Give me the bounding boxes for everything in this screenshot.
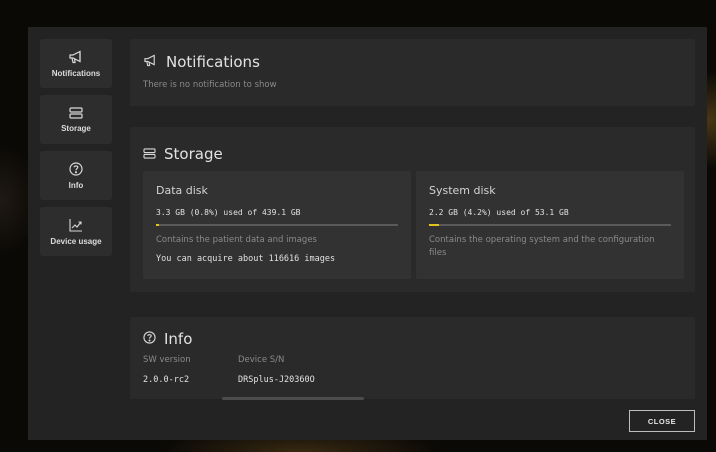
- system-disk-description: Contains the operating system and the co…: [429, 235, 655, 258]
- storage-icon: [143, 145, 164, 163]
- sidebar-item-label: Info: [68, 180, 84, 190]
- sidebar-item-storage[interactable]: Storage: [40, 95, 112, 144]
- megaphone-icon: [143, 53, 166, 71]
- question-icon: [69, 161, 83, 181]
- horizontal-scrollbar[interactable]: [222, 397, 364, 400]
- sidebar-item-label: Storage: [61, 123, 91, 133]
- megaphone-icon: [68, 50, 84, 69]
- system-disk-progress-fill: [429, 224, 440, 226]
- device-serial-value: DRSplus-J20360O: [238, 375, 315, 385]
- sidebar: Notifications Storage Info Device usage: [40, 39, 112, 263]
- info-card: Info SW version 2.0.0-rc2 Device S/N DRS…: [130, 317, 695, 399]
- info-heading: Info: [143, 330, 192, 348]
- info-title: Info: [164, 330, 193, 348]
- close-button[interactable]: CLOSE: [629, 410, 695, 432]
- notifications-title: Notifications: [166, 53, 260, 71]
- data-disk-progress-fill: [156, 224, 159, 226]
- system-disk-usage: 2.2 GB (4.2%) used of 53.1 GB: [429, 208, 569, 217]
- device-serial-label: Device S/N: [238, 355, 285, 365]
- storage-heading: Storage: [143, 145, 223, 163]
- data-disk-panel: Data disk 3.3 GB (0.8%) used of 439.1 GB…: [143, 171, 411, 279]
- device-info-dialog: Notifications Storage Info Device usage …: [28, 27, 707, 440]
- notifications-card: Notifications There is no notification t…: [130, 39, 695, 106]
- sw-version-label: SW version: [143, 355, 191, 365]
- empty-notifications-text: There is no notification to show: [143, 80, 277, 90]
- sidebar-item-notifications[interactable]: Notifications: [40, 39, 112, 88]
- data-disk-title: Data disk: [156, 184, 208, 197]
- question-icon: [143, 330, 164, 348]
- sidebar-item-label: Device usage: [50, 236, 102, 246]
- data-disk-description: Contains the patient data and images: [156, 235, 317, 245]
- trend-chart-icon: [69, 218, 83, 237]
- system-disk-panel: System disk 2.2 GB (4.2%) used of 53.1 G…: [416, 171, 684, 279]
- data-disk-progress-bar: [156, 224, 398, 226]
- sidebar-item-info[interactable]: Info: [40, 151, 112, 200]
- storage-icon: [69, 106, 83, 124]
- system-disk-progress-bar: [429, 224, 671, 226]
- data-disk-usage: 3.3 GB (0.8%) used of 439.1 GB: [156, 208, 301, 217]
- storage-title: Storage: [164, 145, 223, 163]
- sw-version-value: 2.0.0-rc2: [143, 375, 190, 385]
- system-disk-title: System disk: [429, 184, 496, 197]
- storage-card: Storage Data disk 3.3 GB (0.8%) used of …: [130, 127, 695, 292]
- notifications-heading: Notifications: [143, 53, 260, 71]
- sidebar-item-device-usage[interactable]: Device usage: [40, 207, 112, 256]
- sidebar-item-label: Notifications: [51, 68, 101, 78]
- data-disk-capacity-estimate: You can acquire about 116616 images: [156, 254, 336, 264]
